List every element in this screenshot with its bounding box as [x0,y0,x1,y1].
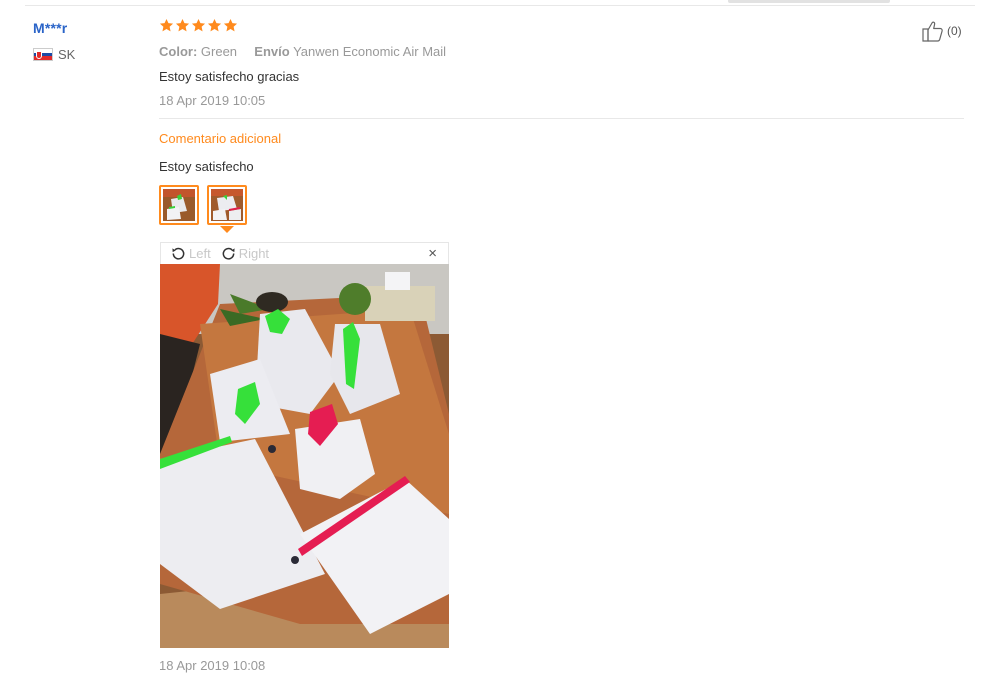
star-icon [191,18,206,32]
rotate-left-button[interactable]: Left [171,246,211,261]
photo-viewer-toolbar: Left Right × [160,242,449,264]
star-rating [159,18,238,33]
rotate-right-label: Right [238,246,270,261]
photo-thumbnail[interactable] [159,185,199,225]
additional-review-text: Estoy satisfecho [159,159,254,174]
slovakia-flag-icon [33,48,53,61]
rotate-right-icon [222,247,235,260]
star-icon [223,18,238,32]
color-value: Green [200,44,238,59]
rotate-left-icon [172,247,185,260]
reviewer-country: SK [33,47,75,62]
helpful-count: (0) [947,24,962,38]
reviewer-name: M***r [33,20,68,36]
top-tab-edge [728,0,890,3]
shipping-value: Yanwen Economic Air Mail [293,44,447,59]
star-icon [159,18,174,32]
helpful-button[interactable]: (0) [921,20,962,42]
review-photo [160,264,449,648]
thumbs-up-icon [922,21,943,42]
close-icon[interactable]: × [428,246,437,262]
review-text: Estoy satisfecho gracias [159,69,300,84]
additional-review-date: 18 Apr 2019 10:08 [159,658,266,673]
star-icon [207,18,222,32]
rotate-left-label: Left [189,246,211,261]
review-date: 18 Apr 2019 10:05 [159,93,266,108]
reviewer-country-code: SK [58,47,76,62]
order-attributes: Color: Green Envío Yanwen Economic Air M… [159,44,446,59]
additional-review-title: Comentario adicional [159,131,282,146]
review-divider [159,118,964,119]
shipping-label: Envío [254,44,290,59]
color-label: Color: [159,44,198,59]
star-icon [175,18,190,32]
rotate-right-button[interactable]: Right [221,246,269,261]
photo-thumbnail[interactable] [207,185,247,225]
top-divider [25,5,975,6]
selected-thumbnail-pointer [220,226,234,233]
